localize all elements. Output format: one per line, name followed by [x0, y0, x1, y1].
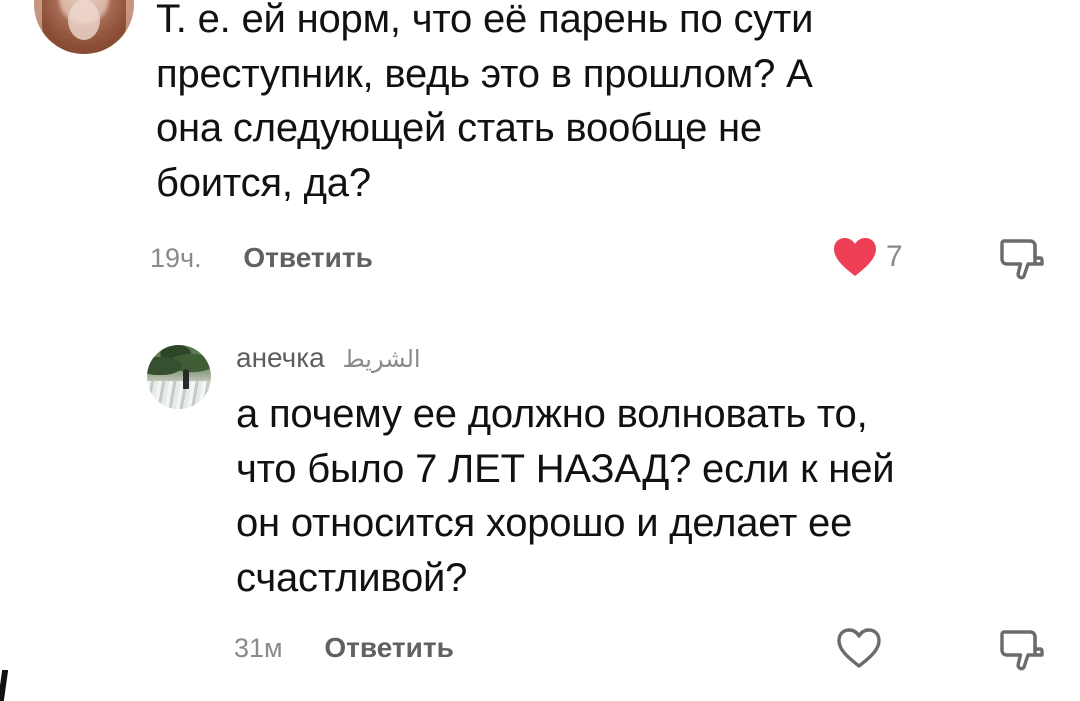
comment-line: она следующей стать вообще не	[156, 106, 762, 150]
author-name: анечка	[236, 342, 325, 373]
heart-outline-icon	[837, 628, 881, 668]
comment-text: а почему ее должно волновать то, что был…	[236, 387, 1056, 605]
comment-line: боится, да?	[156, 160, 371, 205]
comment-line: а почему ее должно волновать то,	[236, 392, 868, 436]
comment-line: что было 7 ЛЕТ НАЗАД? если к ней	[236, 446, 895, 491]
comment-author[interactable]: анечка الشريط	[236, 340, 421, 378]
thumbs-down-icon	[1000, 630, 1044, 671]
avatar-person	[183, 369, 189, 389]
comments-screen: Т. е. ей норм, что её парень по сути пре…	[0, 0, 1080, 701]
like-count: 7	[886, 240, 903, 273]
reply-button[interactable]: Ответить	[243, 242, 372, 273]
comment-line: преступник, ведь это в прошлом? А	[156, 51, 813, 96]
like-button[interactable]: 7	[832, 236, 903, 278]
avatar-face	[68, 0, 100, 40]
comment-line: Т. е. ей норм, что её парень по сути	[156, 0, 814, 41]
heart-filled-icon	[834, 238, 876, 276]
thumbs-down-icon	[1000, 239, 1044, 280]
dislike-button[interactable]	[998, 236, 1044, 285]
author-badge: الشريط	[342, 346, 421, 373]
reply-button[interactable]: Ответить	[324, 632, 453, 663]
avatar-water	[147, 381, 211, 409]
avatar-trees	[147, 345, 211, 375]
comment-text: Т. е. ей норм, что её парень по сути пре…	[156, 0, 1036, 210]
user-avatar[interactable]	[34, 0, 134, 54]
dislike-button[interactable]	[998, 627, 1044, 676]
comment-time: 31м	[234, 633, 283, 663]
user-avatar[interactable]	[147, 345, 211, 409]
comment-meta: 19ч. Ответить	[150, 240, 373, 276]
like-button[interactable]	[836, 627, 882, 669]
edge-artifact	[0, 670, 9, 701]
comment-line: он относится хорошо и делает ее	[236, 501, 853, 545]
comment-meta: 31м Ответить	[234, 630, 454, 666]
comment-line: счастливой?	[236, 555, 468, 600]
comment-time: 19ч.	[150, 243, 202, 273]
